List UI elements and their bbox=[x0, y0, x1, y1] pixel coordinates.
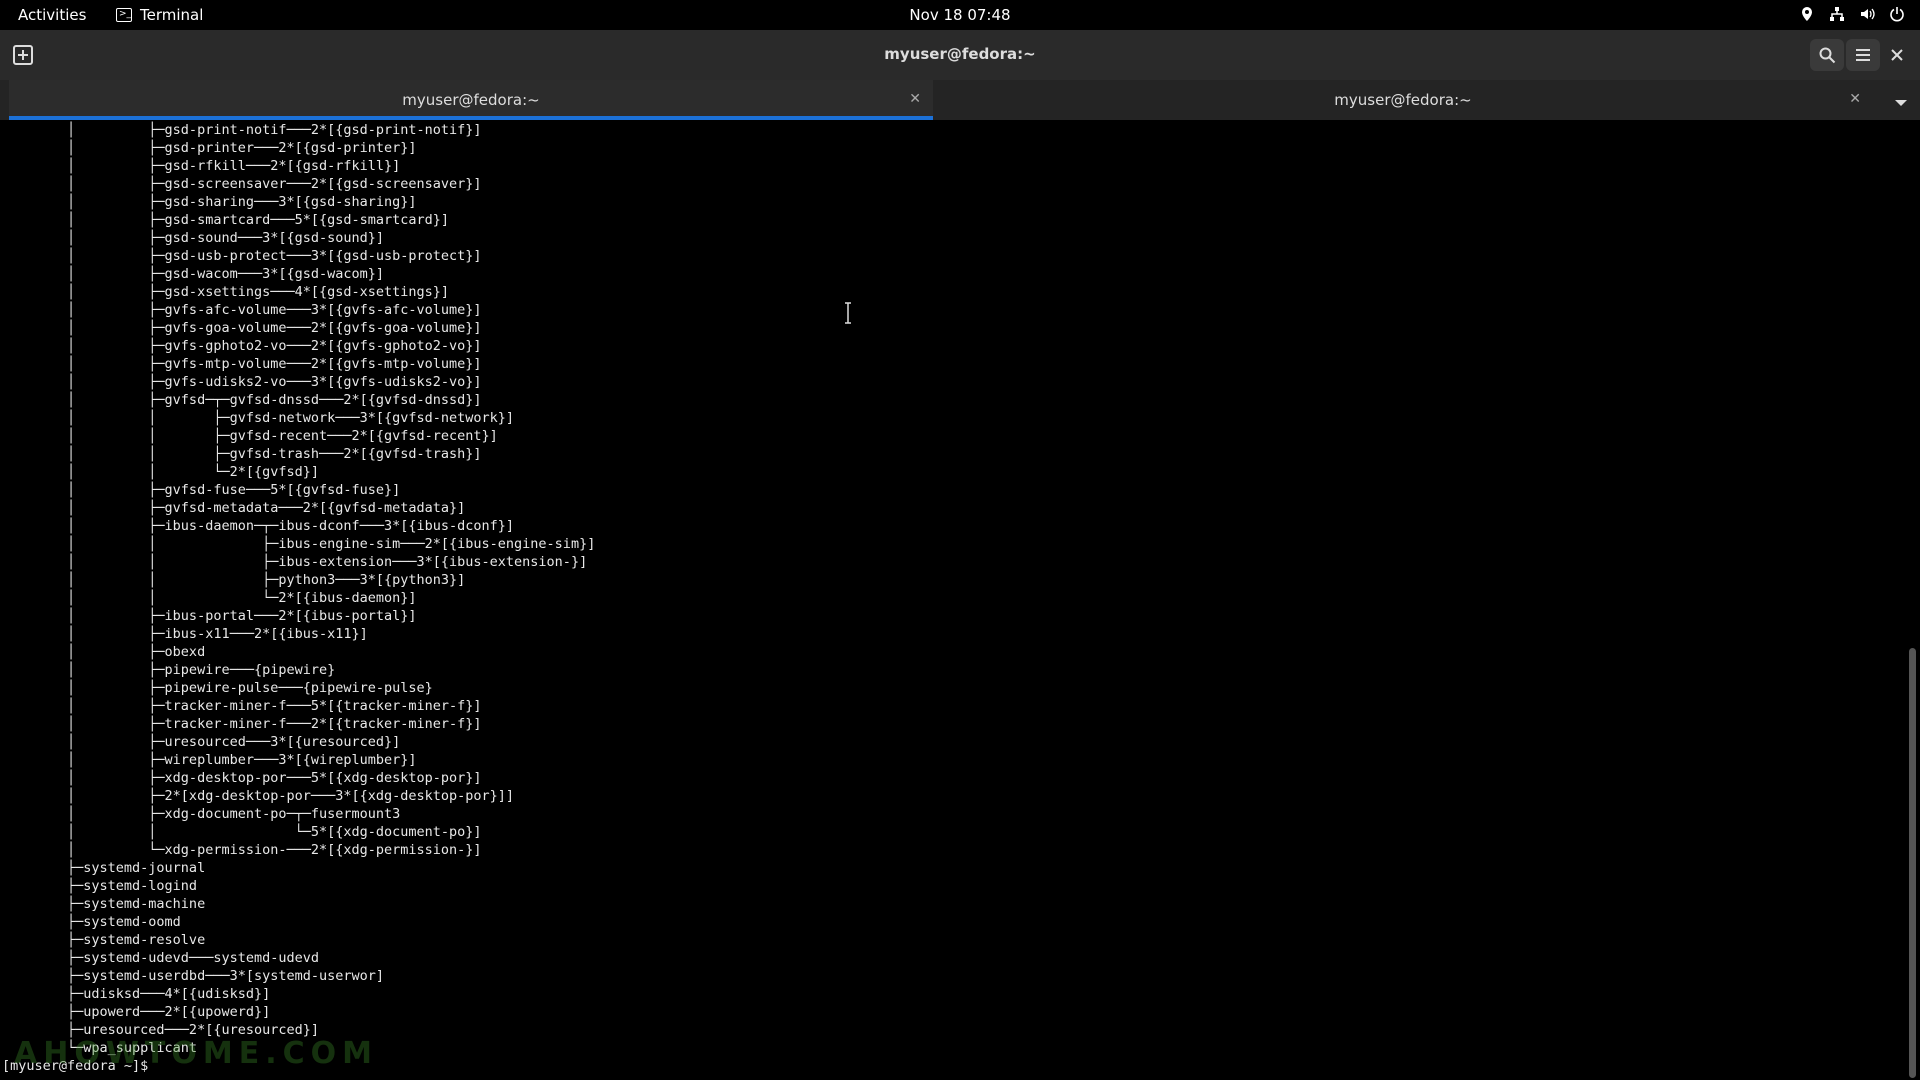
terminal-line: │ ├─gsd-usb-protect───3*[{gsd-usb-protec… bbox=[2, 248, 482, 264]
terminal-line: ├─udisksd───4*[{udisksd}] bbox=[2, 986, 271, 1002]
terminal-line: │ ├─pipewire───{pipewire} bbox=[2, 662, 336, 678]
volume-icon bbox=[1858, 5, 1876, 23]
terminal-line: ├─systemd-journal bbox=[2, 860, 206, 876]
terminal-line: │ ├─ibus-daemon─┬─ibus-dconf───3*[{ibus-… bbox=[2, 518, 515, 534]
terminal-line: │ └─xdg-permission-───2*[{xdg-permission… bbox=[2, 842, 482, 858]
terminal-line: │ ├─gvfsd─┬─gvfsd-dnssd───2*[{gvfsd-dnss… bbox=[2, 392, 482, 408]
network-icon bbox=[1828, 5, 1846, 23]
terminal-line: ├─systemd-resolve bbox=[2, 932, 206, 948]
hamburger-menu-icon bbox=[1856, 49, 1870, 61]
tab-close-button[interactable]: ✕ bbox=[1849, 91, 1861, 107]
terminal-line: │ ├─gsd-xsettings───4*[{gsd-xsettings}] bbox=[2, 284, 450, 300]
terminal-line: │ ├─gsd-rfkill───2*[{gsd-rfkill}] bbox=[2, 158, 401, 174]
terminal-line: │ ├─tracker-miner-f───2*[{tracker-miner-… bbox=[2, 716, 482, 732]
terminal-line: │ ├─gvfs-udisks2-vo───3*[{gvfs-udisks2-v… bbox=[2, 374, 482, 390]
search-button[interactable] bbox=[1810, 39, 1844, 71]
terminal-line: │ ├─2*[xdg-desktop-por───3*[{xdg-desktop… bbox=[2, 788, 515, 804]
text-cursor-icon bbox=[844, 302, 852, 324]
terminal-line: │ ├─gsd-smartcard───5*[{gsd-smartcard}] bbox=[2, 212, 450, 228]
terminal-line: │ ├─ibus-x11───2*[{ibus-x11}] bbox=[2, 626, 368, 642]
terminal-line: │ ├─ibus-portal───2*[{ibus-portal}] bbox=[2, 608, 417, 624]
terminal-line: │ ├─gsd-wacom───3*[{gsd-wacom}] bbox=[2, 266, 385, 282]
terminal-line: │ │ ├─ibus-engine-sim───2*[{ibus-engine-… bbox=[2, 536, 596, 552]
tab-label: myuser@fedora:~ bbox=[1334, 91, 1472, 109]
watermark: AHOWTOME.COM bbox=[14, 1036, 379, 1071]
terminal-line: │ ├─gvfs-afc-volume───3*[{gvfs-afc-volum… bbox=[2, 302, 482, 318]
terminal-line: │ ├─gsd-sound───3*[{gsd-sound}] bbox=[2, 230, 385, 246]
terminal-line: │ │ └─2*[{gvfsd}] bbox=[2, 464, 319, 480]
power-icon bbox=[1888, 5, 1906, 23]
tab-1[interactable]: myuser@fedora:~ ✕ bbox=[9, 80, 933, 120]
chevron-down-icon bbox=[1895, 100, 1907, 106]
gnome-top-bar: Activities >_ Terminal Nov 18 07:48 bbox=[0, 0, 1920, 30]
window-title: myuser@fedora:~ bbox=[884, 45, 1036, 63]
terminal-line: ├─systemd-userdbd───3*[systemd-userwor] bbox=[2, 968, 385, 984]
terminal-line: │ ├─gsd-screensaver───2*[{gsd-screensave… bbox=[2, 176, 482, 192]
main-menu-button[interactable] bbox=[1846, 39, 1880, 71]
clock-button[interactable]: Nov 18 07:48 bbox=[909, 6, 1010, 24]
close-icon bbox=[1891, 49, 1903, 61]
terminal-line: │ ├─gsd-sharing───3*[{gsd-sharing}] bbox=[2, 194, 417, 210]
terminal-line: │ │ ├─ibus-extension───3*[{ibus-extensio… bbox=[2, 554, 588, 570]
terminal-line: │ ├─gvfs-mtp-volume───2*[{gvfs-mtp-volum… bbox=[2, 356, 482, 372]
terminal-line: │ │ └─5*[{xdg-document-po}] bbox=[2, 824, 482, 840]
tab-close-button[interactable]: ✕ bbox=[909, 91, 921, 107]
tab-overview-dropdown[interactable] bbox=[1894, 93, 1910, 107]
terminal-line: ├─upowerd───2*[{upowerd}] bbox=[2, 1004, 271, 1020]
terminal-line: │ │ ├─python3───3*[{python3}] bbox=[2, 572, 466, 588]
terminal-line: │ ├─gvfsd-fuse───5*[{gvfsd-fuse}] bbox=[2, 482, 401, 498]
location-icon bbox=[1798, 5, 1816, 23]
terminal-line: ├─systemd-udevd───systemd-udevd bbox=[2, 950, 319, 966]
terminal-line: │ ├─wireplumber───3*[{wireplumber}] bbox=[2, 752, 417, 768]
terminal-line: │ ├─xdg-document-po─┬─fusermount3 bbox=[2, 806, 401, 822]
terminal-line: │ ├─uresourced───3*[{uresourced}] bbox=[2, 734, 401, 750]
terminal-line: ├─systemd-oomd bbox=[2, 914, 181, 930]
tab-label: myuser@fedora:~ bbox=[402, 91, 540, 109]
scrollbar-thumb[interactable] bbox=[1909, 648, 1916, 1078]
terminal-line: │ ├─pipewire-pulse───{pipewire-pulse} bbox=[2, 680, 433, 696]
terminal-line: │ ├─tracker-miner-f───5*[{tracker-miner-… bbox=[2, 698, 482, 714]
terminal-line: │ │ ├─gvfsd-trash───2*[{gvfsd-trash}] bbox=[2, 446, 482, 462]
terminal-view[interactable]: │ ├─gsd-print-notif───2*[{gsd-print-noti… bbox=[0, 120, 1905, 1080]
terminal-line: │ ├─gvfs-gphoto2-vo───2*[{gvfs-gphoto2-v… bbox=[2, 338, 482, 354]
terminal-line: │ │ ├─gvfsd-recent───2*[{gvfsd-recent}] bbox=[2, 428, 498, 444]
terminal-line: │ ├─gvfs-goa-volume───2*[{gvfs-goa-volum… bbox=[2, 320, 482, 336]
terminal-line: │ ├─obexd bbox=[2, 644, 206, 660]
terminal-line: │ ├─gvfsd-metadata───2*[{gvfsd-metadata}… bbox=[2, 500, 466, 516]
window-close-button[interactable] bbox=[1884, 42, 1910, 68]
terminal-line: │ ├─xdg-desktop-por───5*[{xdg-desktop-po… bbox=[2, 770, 482, 786]
terminal-headerbar: myuser@fedora:~ bbox=[0, 30, 1920, 81]
clock-area: Nov 18 07:48 bbox=[0, 6, 1920, 24]
terminal-line: │ │ └─2*[{ibus-daemon}] bbox=[2, 590, 417, 606]
terminal-line: │ ├─gsd-print-notif───2*[{gsd-print-noti… bbox=[2, 122, 482, 138]
tab-bar: myuser@fedora:~ ✕ myuser@fedora:~ ✕ bbox=[0, 80, 1920, 120]
tab-2[interactable]: myuser@fedora:~ ✕ bbox=[933, 80, 1873, 120]
search-icon bbox=[1819, 47, 1836, 64]
terminal-line: ├─systemd-machine bbox=[2, 896, 206, 912]
terminal-output: │ ├─gsd-print-notif───2*[{gsd-print-noti… bbox=[2, 121, 595, 1075]
terminal-line: ├─systemd-logind bbox=[2, 878, 198, 894]
terminal-line: │ │ ├─gvfsd-network───3*[{gvfsd-network}… bbox=[2, 410, 515, 426]
system-status-area[interactable] bbox=[1798, 5, 1906, 23]
terminal-line: │ ├─gsd-printer───2*[{gsd-printer}] bbox=[2, 140, 417, 156]
